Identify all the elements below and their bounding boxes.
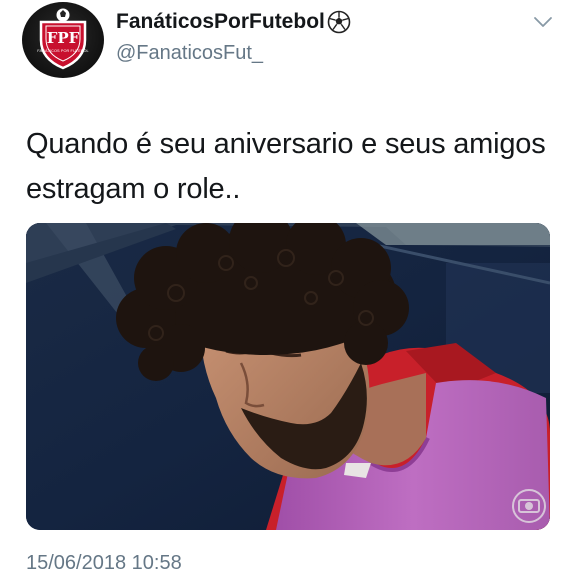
author-display-name-text: FanáticosPorFutebol: [116, 10, 325, 33]
profile-avatar[interactable]: FPF FANÁTICOS POR FUTEBOL: [22, 2, 104, 78]
soccer-ball-icon: [327, 10, 351, 34]
avatar-logo-text: FPF: [46, 29, 80, 47]
tweet-text: Quando é seu aniversario e seus amigos e…: [26, 128, 546, 205]
tweet-timestamp[interactable]: 15/06/2018 10:58: [26, 552, 182, 575]
author-display-name[interactable]: FanáticosPorFutebol: [116, 10, 351, 34]
avatar-logo-subtext: FANÁTICOS POR FUTEBOL: [37, 49, 89, 53]
author-handle[interactable]: @FanaticosFut_: [116, 42, 263, 65]
chevron-down-icon[interactable]: [532, 14, 554, 30]
photo-illustration: [26, 223, 550, 530]
tweet-media-image[interactable]: [26, 223, 550, 530]
